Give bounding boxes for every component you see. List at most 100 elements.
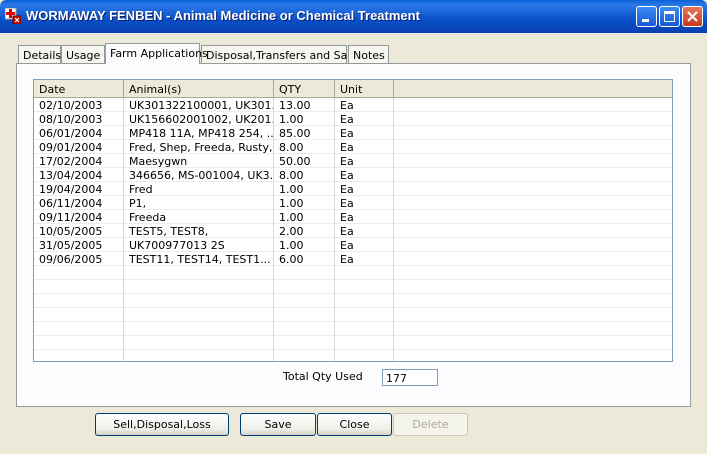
table-row[interactable]: 09/01/2004 Fred, Shep, Freeda, Rusty,... 8…	[34, 140, 672, 154]
tab-farm-applications[interactable]: Farm Applications	[105, 43, 208, 64]
close-icon	[687, 11, 698, 22]
cell-animals: UK156602001002, UK201...	[124, 112, 274, 126]
cell-animals: Freeda	[124, 210, 274, 224]
cell-date: 08/10/2003	[34, 112, 124, 126]
cell-date	[34, 350, 124, 361]
table-row[interactable]: 13/04/2004 346656, MS-001004, UK3... 8.00 E…	[34, 168, 672, 182]
tab-details[interactable]: Details	[18, 45, 61, 63]
cell-filler	[394, 266, 672, 280]
cell-animals: UK301322100001, UK301...	[124, 98, 274, 112]
tab-label: Notes	[353, 49, 385, 62]
empty-row	[34, 336, 672, 350]
cell-unit: Ea	[335, 168, 394, 182]
cell-qty: 1.00	[274, 182, 335, 196]
cell-unit: Ea	[335, 196, 394, 210]
cell-date: 09/06/2005	[34, 252, 124, 266]
table-row[interactable]: 02/10/2003 UK301322100001, UK301... 13.00 E…	[34, 98, 672, 112]
cell-animals	[124, 280, 274, 294]
cell-qty: 85.00	[274, 126, 335, 140]
cell-unit: Ea	[335, 224, 394, 238]
cell-animals: TEST11, TEST14, TEST1...	[124, 252, 274, 266]
cell-date: 06/01/2004	[34, 126, 124, 140]
cell-filler	[394, 308, 672, 322]
table-row[interactable]: 17/02/2004 Maesygwn 50.00 Ea	[34, 154, 672, 168]
total-qty-field[interactable]: 177	[382, 369, 438, 386]
table-row[interactable]: 10/05/2005 TEST5, TEST8, 2.00 Ea	[34, 224, 672, 238]
tab-label: Farm Applications	[110, 47, 208, 60]
app-window: WORMAWAY FENBEN - Animal Medicine or Che…	[0, 0, 707, 454]
table-row[interactable]: 09/11/2004 Freeda 1.00 Ea	[34, 210, 672, 224]
cell-date: 10/05/2005	[34, 224, 124, 238]
cell-filler	[394, 98, 672, 112]
title-bar[interactable]: WORMAWAY FENBEN - Animal Medicine or Che…	[0, 0, 707, 33]
tab-label: Usage	[66, 49, 101, 62]
cell-qty: 1.00	[274, 210, 335, 224]
cell-animals: Maesygwn	[124, 154, 274, 168]
cell-filler	[394, 182, 672, 196]
cell-animals	[124, 294, 274, 308]
table-row[interactable]: 09/06/2005 TEST11, TEST14, TEST1... 6.00 Ea	[34, 252, 672, 266]
maximize-button[interactable]	[659, 6, 680, 27]
column-header-unit[interactable]: Unit	[335, 80, 394, 97]
sell-disposal-loss-button[interactable]: Sell,Disposal,Loss	[95, 413, 229, 436]
close-window-button[interactable]	[682, 6, 703, 27]
cell-qty: 13.00	[274, 98, 335, 112]
cell-date	[34, 280, 124, 294]
cell-animals: 346656, MS-001004, UK3...	[124, 168, 274, 182]
total-qty-label: Total Qty Used	[283, 370, 363, 383]
column-header-qty[interactable]: QTY	[274, 80, 335, 97]
applications-table[interactable]: Date Animal(s) QTY Unit 02/10/2003 UK3013…	[33, 79, 673, 362]
cell-qty: 1.00	[274, 238, 335, 252]
minimize-icon	[642, 19, 649, 22]
close-button[interactable]: Close	[317, 413, 392, 436]
cell-filler	[394, 336, 672, 350]
column-header-animals[interactable]: Animal(s)	[124, 80, 274, 97]
delete-button[interactable]: Delete	[393, 413, 468, 436]
tab-usage[interactable]: Usage	[61, 45, 105, 63]
cell-qty	[274, 350, 335, 361]
cell-filler	[394, 154, 672, 168]
cell-animals: P1,	[124, 196, 274, 210]
column-header-filler	[394, 80, 672, 97]
cell-unit	[335, 336, 394, 350]
cell-qty	[274, 308, 335, 322]
tab-disposal-transfers-sales[interactable]: Disposal,Transfers and Sales	[201, 45, 363, 63]
cell-unit: Ea	[335, 252, 394, 266]
table-row[interactable]: 06/11/2004 P1, 1.00 Ea	[34, 196, 672, 210]
table-row[interactable]: 08/10/2003 UK156602001002, UK201... 1.00 Ea	[34, 112, 672, 126]
cell-date: 09/11/2004	[34, 210, 124, 224]
cell-qty: 8.00	[274, 168, 335, 182]
cell-filler	[394, 168, 672, 182]
cell-unit	[335, 308, 394, 322]
cell-date: 06/11/2004	[34, 196, 124, 210]
cell-qty	[274, 336, 335, 350]
cell-animals	[124, 266, 274, 280]
cell-unit: Ea	[335, 126, 394, 140]
column-header-date[interactable]: Date	[34, 80, 124, 97]
cell-animals	[124, 336, 274, 350]
empty-row	[34, 322, 672, 336]
cell-animals	[124, 350, 274, 361]
cell-unit: Ea	[335, 238, 394, 252]
cell-filler	[394, 196, 672, 210]
cell-animals: TEST5, TEST8,	[124, 224, 274, 238]
save-button[interactable]: Save	[240, 413, 316, 436]
cell-qty: 1.00	[274, 196, 335, 210]
cell-qty: 1.00	[274, 112, 335, 126]
tab-notes[interactable]: Notes	[348, 45, 389, 63]
cell-unit	[335, 280, 394, 294]
cell-unit	[335, 350, 394, 361]
cell-filler	[394, 350, 672, 361]
minimize-button[interactable]	[636, 6, 657, 27]
cell-qty	[274, 294, 335, 308]
table-row[interactable]: 31/05/2005 UK700977013 2S 1.00 Ea	[34, 238, 672, 252]
cell-date: 13/04/2004	[34, 168, 124, 182]
table-row[interactable]: 06/01/2004 MP418 11A, MP418 254, ... 85.00…	[34, 126, 672, 140]
cell-animals: MP418 11A, MP418 254, ...	[124, 126, 274, 140]
table-row[interactable]: 19/04/2004 Fred 1.00 Ea	[34, 182, 672, 196]
cell-filler	[394, 140, 672, 154]
table-header: Date Animal(s) QTY Unit	[34, 80, 672, 98]
cell-unit: Ea	[335, 112, 394, 126]
cell-filler	[394, 238, 672, 252]
cell-filler	[394, 294, 672, 308]
